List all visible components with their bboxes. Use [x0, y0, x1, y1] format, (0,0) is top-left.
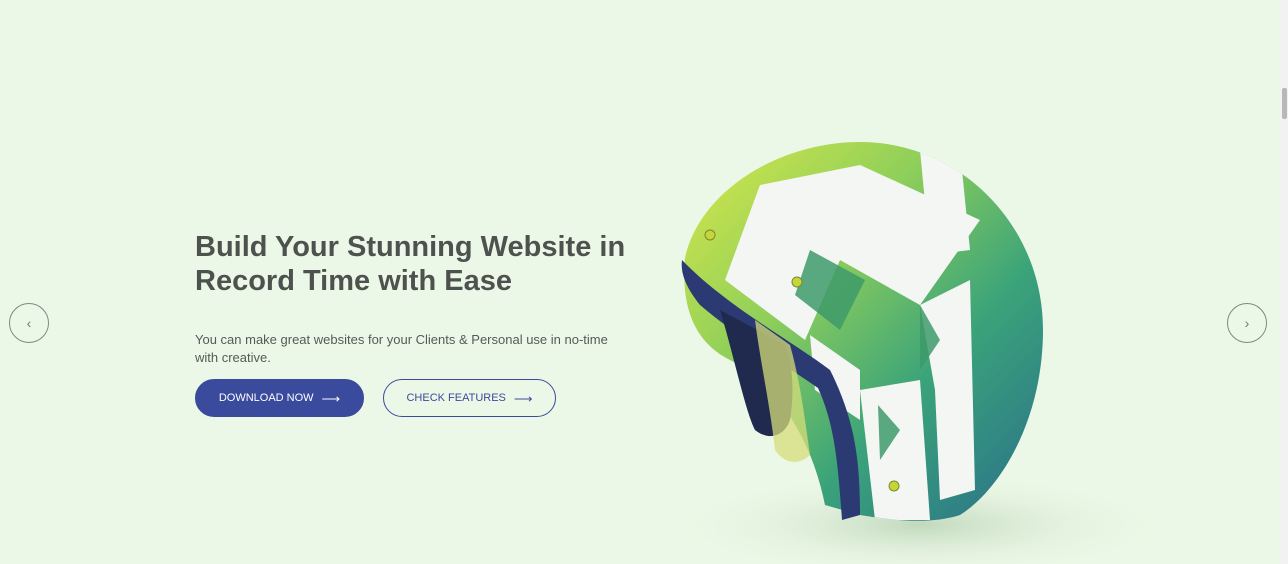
hero-description: You can make great websites for your Cli… [195, 332, 608, 365]
hero-section: Build Your Stunning Website in Record Ti… [0, 0, 1288, 564]
download-now-button[interactable]: DOWNLOAD NOW ⟶ [195, 379, 364, 417]
carousel-next-button[interactable]: › [1227, 303, 1267, 343]
helmet-illustration [660, 142, 1180, 564]
chevron-left-icon: ‹ [26, 315, 32, 331]
check-features-button[interactable]: CHECK FEATURES ⟶ [383, 379, 556, 417]
chevron-right-icon: › [1244, 315, 1250, 331]
carousel-prev-button[interactable]: ‹ [9, 303, 49, 343]
download-now-label: DOWNLOAD NOW [218, 392, 314, 404]
arrow-right-icon: ⟶ [321, 390, 341, 406]
arrow-right-icon: ⟶ [513, 390, 533, 406]
check-features-label: CHECK FEATURES [406, 392, 506, 404]
scrollbar-thumb[interactable] [1282, 88, 1287, 119]
page-scrollbar[interactable] [1280, 0, 1288, 564]
